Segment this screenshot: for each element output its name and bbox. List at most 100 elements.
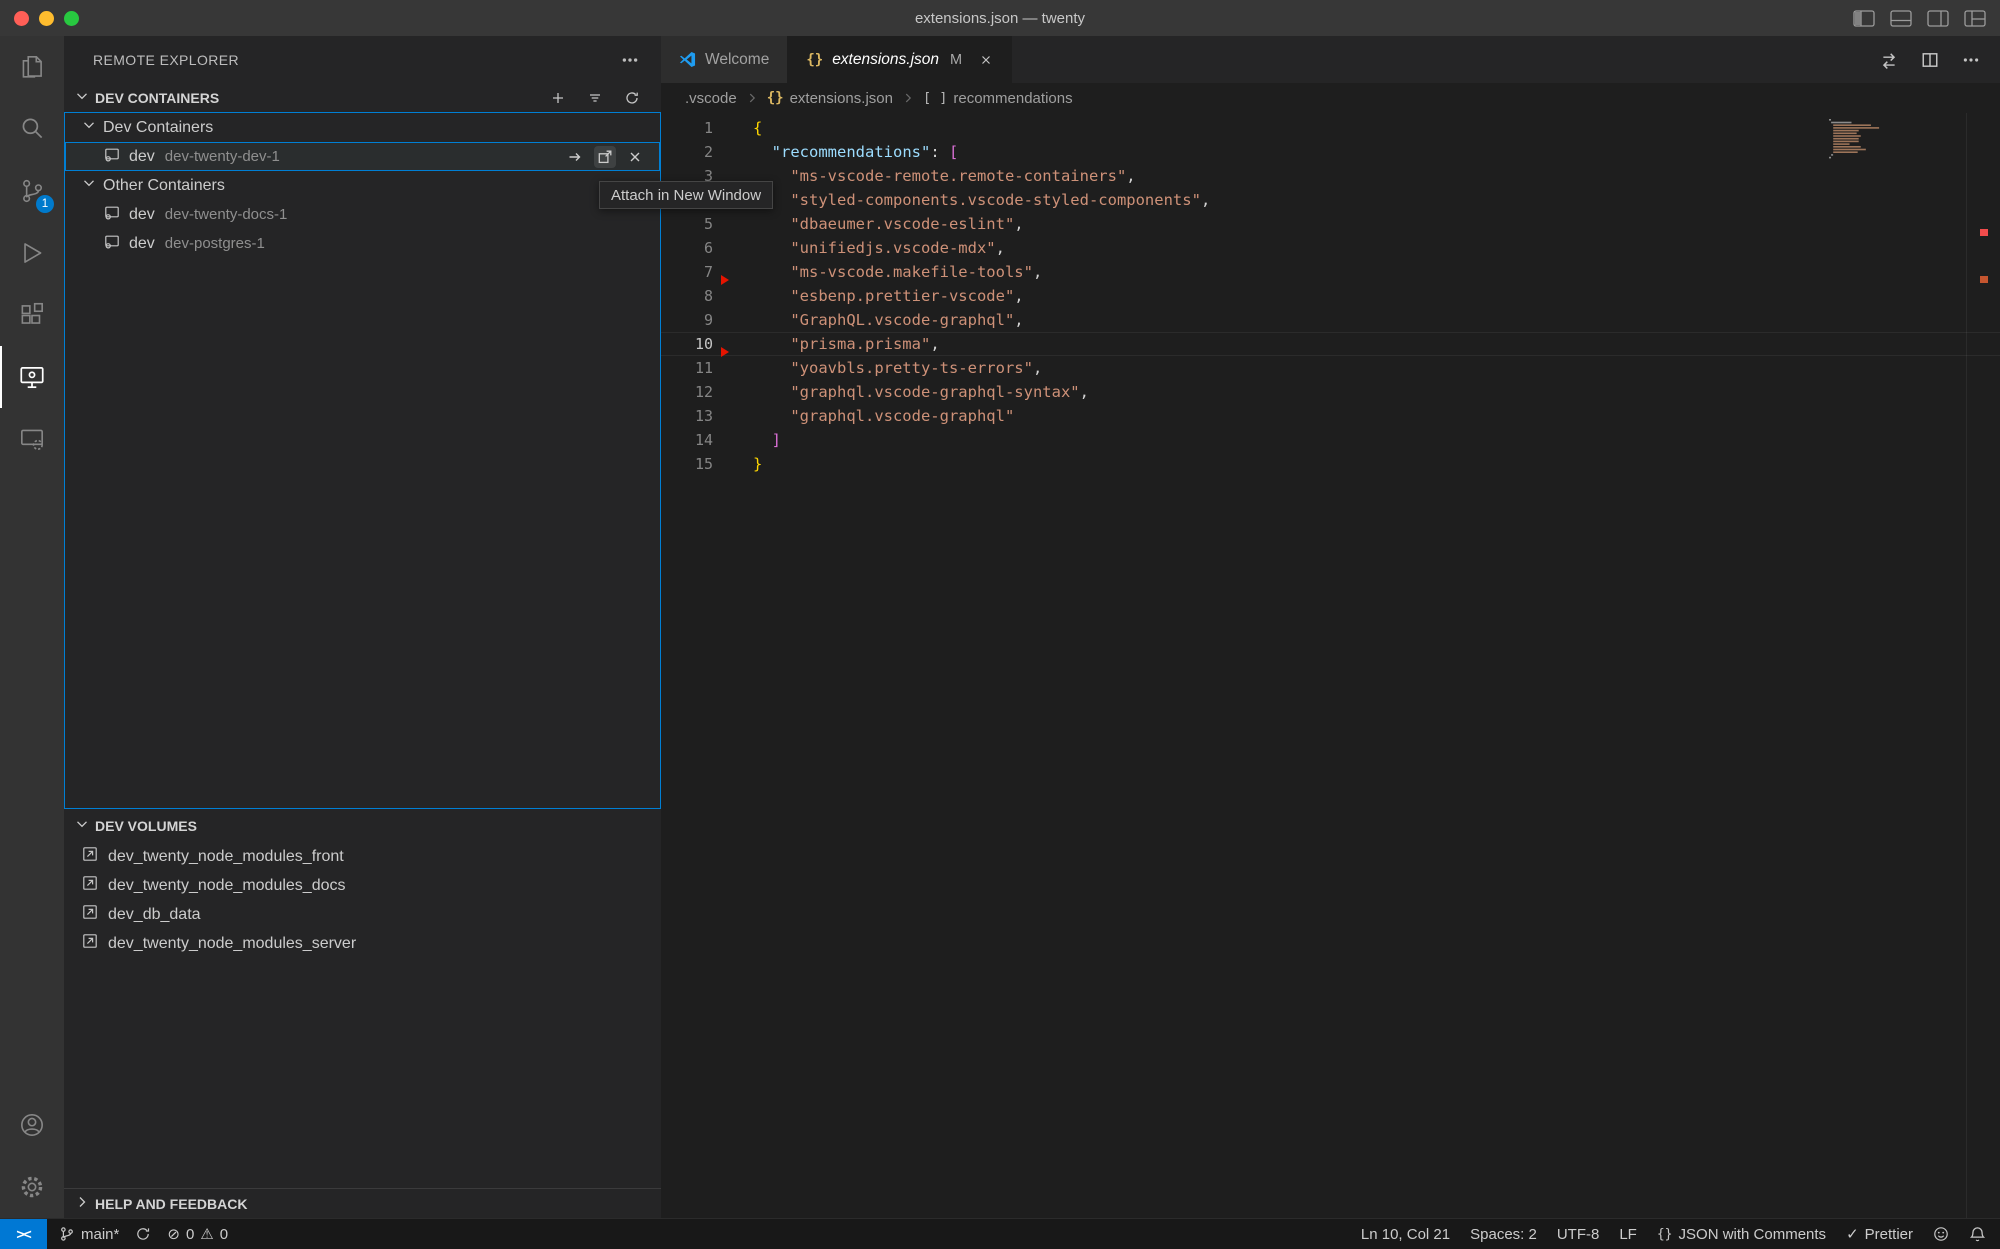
- formatter-status[interactable]: ✓ Prettier: [1846, 1225, 1913, 1243]
- breadcrumb-folder[interactable]: .vscode: [685, 90, 737, 107]
- json-file-icon: {}: [767, 90, 784, 106]
- window-title: extensions.json — twenty: [0, 10, 2000, 27]
- code-line-7[interactable]: 7 "ms-vscode.makefile-tools",: [661, 260, 2000, 284]
- sync-changes-status[interactable]: [135, 1226, 151, 1242]
- attach-new-window-icon[interactable]: [594, 146, 616, 168]
- volume-item[interactable]: dev_db_data: [64, 900, 661, 929]
- more-actions-icon[interactable]: [1960, 49, 1982, 71]
- code-line-2[interactable]: 2 "recommendations": [: [661, 140, 2000, 164]
- notifications-button[interactable]: [1969, 1226, 1986, 1243]
- container-item[interactable]: devdev-postgres-1: [65, 229, 660, 258]
- editor-actions: [1878, 36, 2000, 83]
- code-text: "graphql.vscode-graphql-syntax",: [713, 380, 1089, 404]
- volume-icon: [81, 874, 99, 897]
- language-mode-status[interactable]: {} JSON with Comments: [1657, 1226, 1826, 1243]
- sidebar-item-run-and-debug[interactable]: [0, 222, 64, 284]
- filter-icon[interactable]: [584, 87, 606, 109]
- code-token: "ms-vscode.makefile-tools": [790, 263, 1033, 281]
- tab-extensions-json[interactable]: {} extensions.json M: [788, 36, 1012, 83]
- section-label: DEV VOLUMES: [95, 818, 197, 834]
- code-token: :: [930, 143, 949, 161]
- code-text: }: [713, 452, 762, 476]
- volume-name: dev_twenty_node_modules_docs: [108, 877, 346, 895]
- chevron-down-icon: [74, 816, 90, 835]
- zoom-window-button[interactable]: [64, 11, 79, 26]
- breadcrumb-symbol[interactable]: [ ] recommendations: [923, 90, 1073, 107]
- sidebar-item-source-control[interactable]: 1: [0, 160, 64, 222]
- container-item[interactable]: devdev-twenty-dev-1: [65, 142, 660, 171]
- line-number: 7: [661, 260, 713, 284]
- activity-bar: 1: [0, 36, 64, 1218]
- code-text: "yoavbls.pretty-ts-errors",: [713, 356, 1042, 380]
- code-line-9[interactable]: 9 "GraphQL.vscode-graphql",: [661, 308, 2000, 332]
- section-dev-volumes[interactable]: DEV VOLUMES: [64, 809, 661, 842]
- toggle-secondary-sidebar-icon[interactable]: [1927, 7, 1949, 29]
- code-editor[interactable]: 1{2 "recommendations": [3 "ms-vscode-rem…: [661, 113, 2000, 1218]
- chevron-down-icon: [74, 88, 90, 107]
- indentation-status[interactable]: Spaces: 2: [1470, 1226, 1537, 1243]
- section-label: HELP AND FEEDBACK: [95, 1196, 247, 1212]
- encoding-status[interactable]: UTF-8: [1557, 1226, 1600, 1243]
- traffic-lights: [14, 0, 79, 36]
- sidebar-item-dev-containers[interactable]: [0, 408, 64, 470]
- toggle-sidebar-icon[interactable]: [1853, 7, 1875, 29]
- code-token: "graphql.vscode-graphql": [790, 407, 1014, 425]
- code-line-6[interactable]: 6 "unifiedjs.vscode-mdx",: [661, 236, 2000, 260]
- section-dev-containers[interactable]: DEV CONTAINERS: [64, 83, 661, 112]
- sidebar-item-search[interactable]: [0, 98, 64, 160]
- remote-indicator[interactable]: ><: [0, 1219, 47, 1249]
- code-token: ,: [1014, 287, 1023, 305]
- sidebar-item-extensions[interactable]: [0, 284, 64, 346]
- code-line-13[interactable]: 13 "graphql.vscode-graphql": [661, 404, 2000, 428]
- feedback-button[interactable]: [1933, 1226, 1949, 1242]
- titlebar-actions: [1853, 0, 1986, 36]
- breadcrumb-file[interactable]: {} extensions.json: [767, 90, 893, 107]
- code-line-15[interactable]: 15}: [661, 452, 2000, 476]
- split-editor-icon[interactable]: [1919, 49, 1941, 71]
- minimap[interactable]: [1827, 115, 1889, 163]
- code-line-11[interactable]: 11 "yoavbls.pretty-ts-errors",: [661, 356, 2000, 380]
- stop-icon[interactable]: [624, 146, 646, 168]
- refresh-icon[interactable]: [621, 87, 643, 109]
- tree-group[interactable]: Other Containers: [65, 171, 660, 200]
- sidebar-item-remote-explorer[interactable]: [0, 346, 64, 408]
- code-text: "prisma.prisma",: [713, 332, 940, 356]
- problems-status[interactable]: ⊘ 0 ⚠ 0: [167, 1225, 228, 1243]
- section-help-and-feedback[interactable]: HELP AND FEEDBACK: [64, 1188, 661, 1218]
- close-window-button[interactable]: [14, 11, 29, 26]
- manage-button[interactable]: [0, 1156, 64, 1218]
- container-name: dev: [129, 235, 155, 253]
- accounts-button[interactable]: [0, 1094, 64, 1156]
- container-item[interactable]: devdev-twenty-docs-1: [65, 200, 660, 229]
- tab-welcome[interactable]: Welcome: [661, 36, 788, 83]
- code-line-14[interactable]: 14 ]: [661, 428, 2000, 452]
- tree-group[interactable]: Dev Containers: [65, 113, 660, 142]
- new-container-icon[interactable]: [547, 87, 569, 109]
- customize-layout-icon[interactable]: [1964, 7, 1986, 29]
- minimize-window-button[interactable]: [39, 11, 54, 26]
- code-line-8[interactable]: 8 "esbenp.prettier-vscode",: [661, 284, 2000, 308]
- volume-item[interactable]: dev_twenty_node_modules_front: [64, 842, 661, 871]
- sidebar-title: REMOTE EXPLORER: [93, 52, 239, 68]
- toggle-panel-icon[interactable]: [1890, 7, 1912, 29]
- code-line-4[interactable]: 4 "styled-components.vscode-styled-compo…: [661, 188, 2000, 212]
- code-token: "styled-components.vscode-styled-compone…: [790, 191, 1201, 209]
- line-number: 13: [661, 404, 713, 428]
- open-changes-icon[interactable]: [1878, 49, 1900, 71]
- volume-item[interactable]: dev_twenty_node_modules_server: [64, 929, 661, 958]
- code-line-3[interactable]: 3 "ms-vscode-remote.remote-containers",: [661, 164, 2000, 188]
- close-tab-icon[interactable]: [979, 53, 993, 67]
- cursor-position-status[interactable]: Ln 10, Col 21: [1361, 1226, 1450, 1243]
- eol-status[interactable]: LF: [1619, 1226, 1637, 1243]
- views-more-actions-icon[interactable]: [619, 49, 641, 71]
- attach-shell-icon[interactable]: [564, 146, 586, 168]
- sidebar-item-explorer[interactable]: [0, 36, 64, 98]
- code-line-5[interactable]: 5 "dbaeumer.vscode-eslint",: [661, 212, 2000, 236]
- git-branch-status[interactable]: main*: [59, 1226, 119, 1243]
- code-line-1[interactable]: 1{: [661, 116, 2000, 140]
- code-token: [753, 311, 790, 329]
- volume-item[interactable]: dev_twenty_node_modules_docs: [64, 871, 661, 900]
- code-line-12[interactable]: 12 "graphql.vscode-graphql-syntax",: [661, 380, 2000, 404]
- code-line-10[interactable]: 10 "prisma.prisma",: [661, 332, 2000, 356]
- code-token: ,: [1014, 215, 1023, 233]
